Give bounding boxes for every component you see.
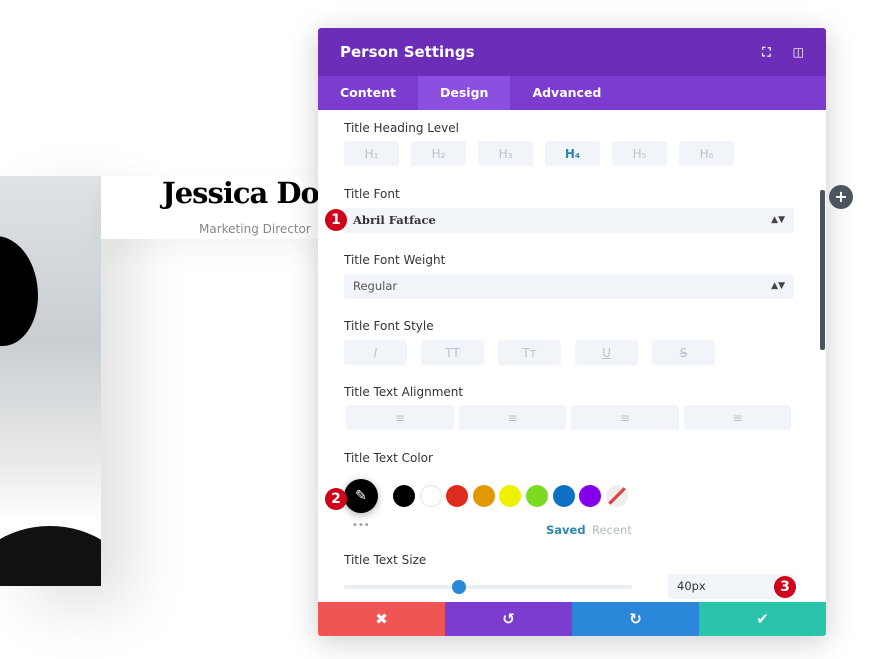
close-icon: ✖ xyxy=(375,610,388,628)
sidebar-toggle-icon[interactable]: ◫ xyxy=(793,45,804,60)
more-options-icon[interactable]: ••• xyxy=(352,520,370,531)
color-swatch[interactable] xyxy=(499,485,522,507)
font-weight-select[interactable]: Regular ▲▼ xyxy=(344,274,794,299)
person-position: Marketing Director xyxy=(199,222,311,236)
font-weight-value: Regular xyxy=(353,279,398,293)
tab-advanced[interactable]: Advanced xyxy=(510,76,623,110)
strikethrough-button[interactable]: S xyxy=(652,340,715,365)
slider-thumb[interactable] xyxy=(452,580,467,594)
color-swatch[interactable] xyxy=(579,485,602,507)
panel-title: Person Settings xyxy=(340,43,475,61)
undo-icon: ↺ xyxy=(502,610,515,628)
undo-button[interactable]: ↺ xyxy=(445,602,572,636)
tab-content[interactable]: Content xyxy=(318,76,418,110)
select-arrows-icon: ▲▼ xyxy=(771,215,785,225)
color-swatch[interactable] xyxy=(525,485,548,507)
tab-design[interactable]: Design xyxy=(418,76,511,110)
saved-colors-tab[interactable]: Saved xyxy=(546,523,586,537)
text-size-slider[interactable] xyxy=(344,580,632,594)
panel-header: Person Settings ⛶ ◫ xyxy=(318,28,826,76)
step-badge-3: 3 xyxy=(774,576,796,598)
no-color-swatch[interactable] xyxy=(605,485,628,507)
text-size-label: Title Text Size xyxy=(344,553,427,567)
redo-button[interactable]: ↻ xyxy=(572,602,699,636)
font-weight-label: Title Font Weight xyxy=(344,253,446,267)
heading-level-label: Title Heading Level xyxy=(344,121,459,135)
color-swatch[interactable] xyxy=(419,485,442,507)
underline-button[interactable]: U xyxy=(575,340,638,365)
title-font-value: Abril Fatface xyxy=(353,213,436,227)
color-swatch[interactable] xyxy=(446,485,469,507)
heading-h3-button[interactable]: H₃ xyxy=(478,141,533,166)
title-font-label: Title Font xyxy=(344,187,400,201)
person-name: Jessica Do xyxy=(162,176,320,210)
fullscreen-icon[interactable]: ⛶ xyxy=(762,45,770,60)
recent-colors-tab[interactable]: Recent xyxy=(592,523,632,537)
capitalize-button[interactable]: Tт xyxy=(498,340,561,365)
text-color-label: Title Text Color xyxy=(344,451,433,465)
save-button[interactable]: ✔ xyxy=(699,602,826,636)
italic-button[interactable]: I xyxy=(344,340,407,365)
heading-h1-button[interactable]: H₁ xyxy=(344,141,399,166)
check-icon: ✔ xyxy=(756,610,769,628)
add-module-button[interactable]: + xyxy=(829,185,853,209)
color-swatch[interactable] xyxy=(472,485,495,507)
color-picker-button[interactable]: ✎ xyxy=(344,479,378,513)
redo-icon: ↻ xyxy=(629,610,642,628)
font-style-label: Title Font Style xyxy=(344,319,434,333)
color-swatch[interactable] xyxy=(393,485,415,507)
align-left-button[interactable]: ≡ xyxy=(346,405,454,430)
heading-h4-button[interactable]: H₄ xyxy=(545,141,600,166)
color-swatch[interactable] xyxy=(552,485,575,507)
panel-scrollbar[interactable] xyxy=(820,190,825,350)
step-badge-1: 1 xyxy=(325,209,347,231)
person-image xyxy=(0,176,101,586)
settings-panel: Person Settings ⛶ ◫ Content Design Advanc… xyxy=(318,28,826,636)
eyedropper-icon: ✎ xyxy=(355,488,367,504)
step-badge-2: 2 xyxy=(325,488,347,510)
heading-h6-button[interactable]: H₆ xyxy=(679,141,734,166)
align-center-button[interactable]: ≡ xyxy=(459,405,566,430)
cancel-button[interactable]: ✖ xyxy=(318,602,445,636)
heading-h5-button[interactable]: H₅ xyxy=(612,141,667,166)
alignment-label: Title Text Alignment xyxy=(344,385,464,399)
heading-h2-button[interactable]: H₂ xyxy=(411,141,466,166)
align-right-button[interactable]: ≡ xyxy=(571,405,679,430)
title-font-select[interactable]: Abril Fatface ▲▼ xyxy=(344,208,794,233)
align-justify-button[interactable]: ≡ xyxy=(684,405,791,430)
uppercase-button[interactable]: TT xyxy=(421,340,484,365)
select-arrows-icon: ▲▼ xyxy=(771,281,785,291)
